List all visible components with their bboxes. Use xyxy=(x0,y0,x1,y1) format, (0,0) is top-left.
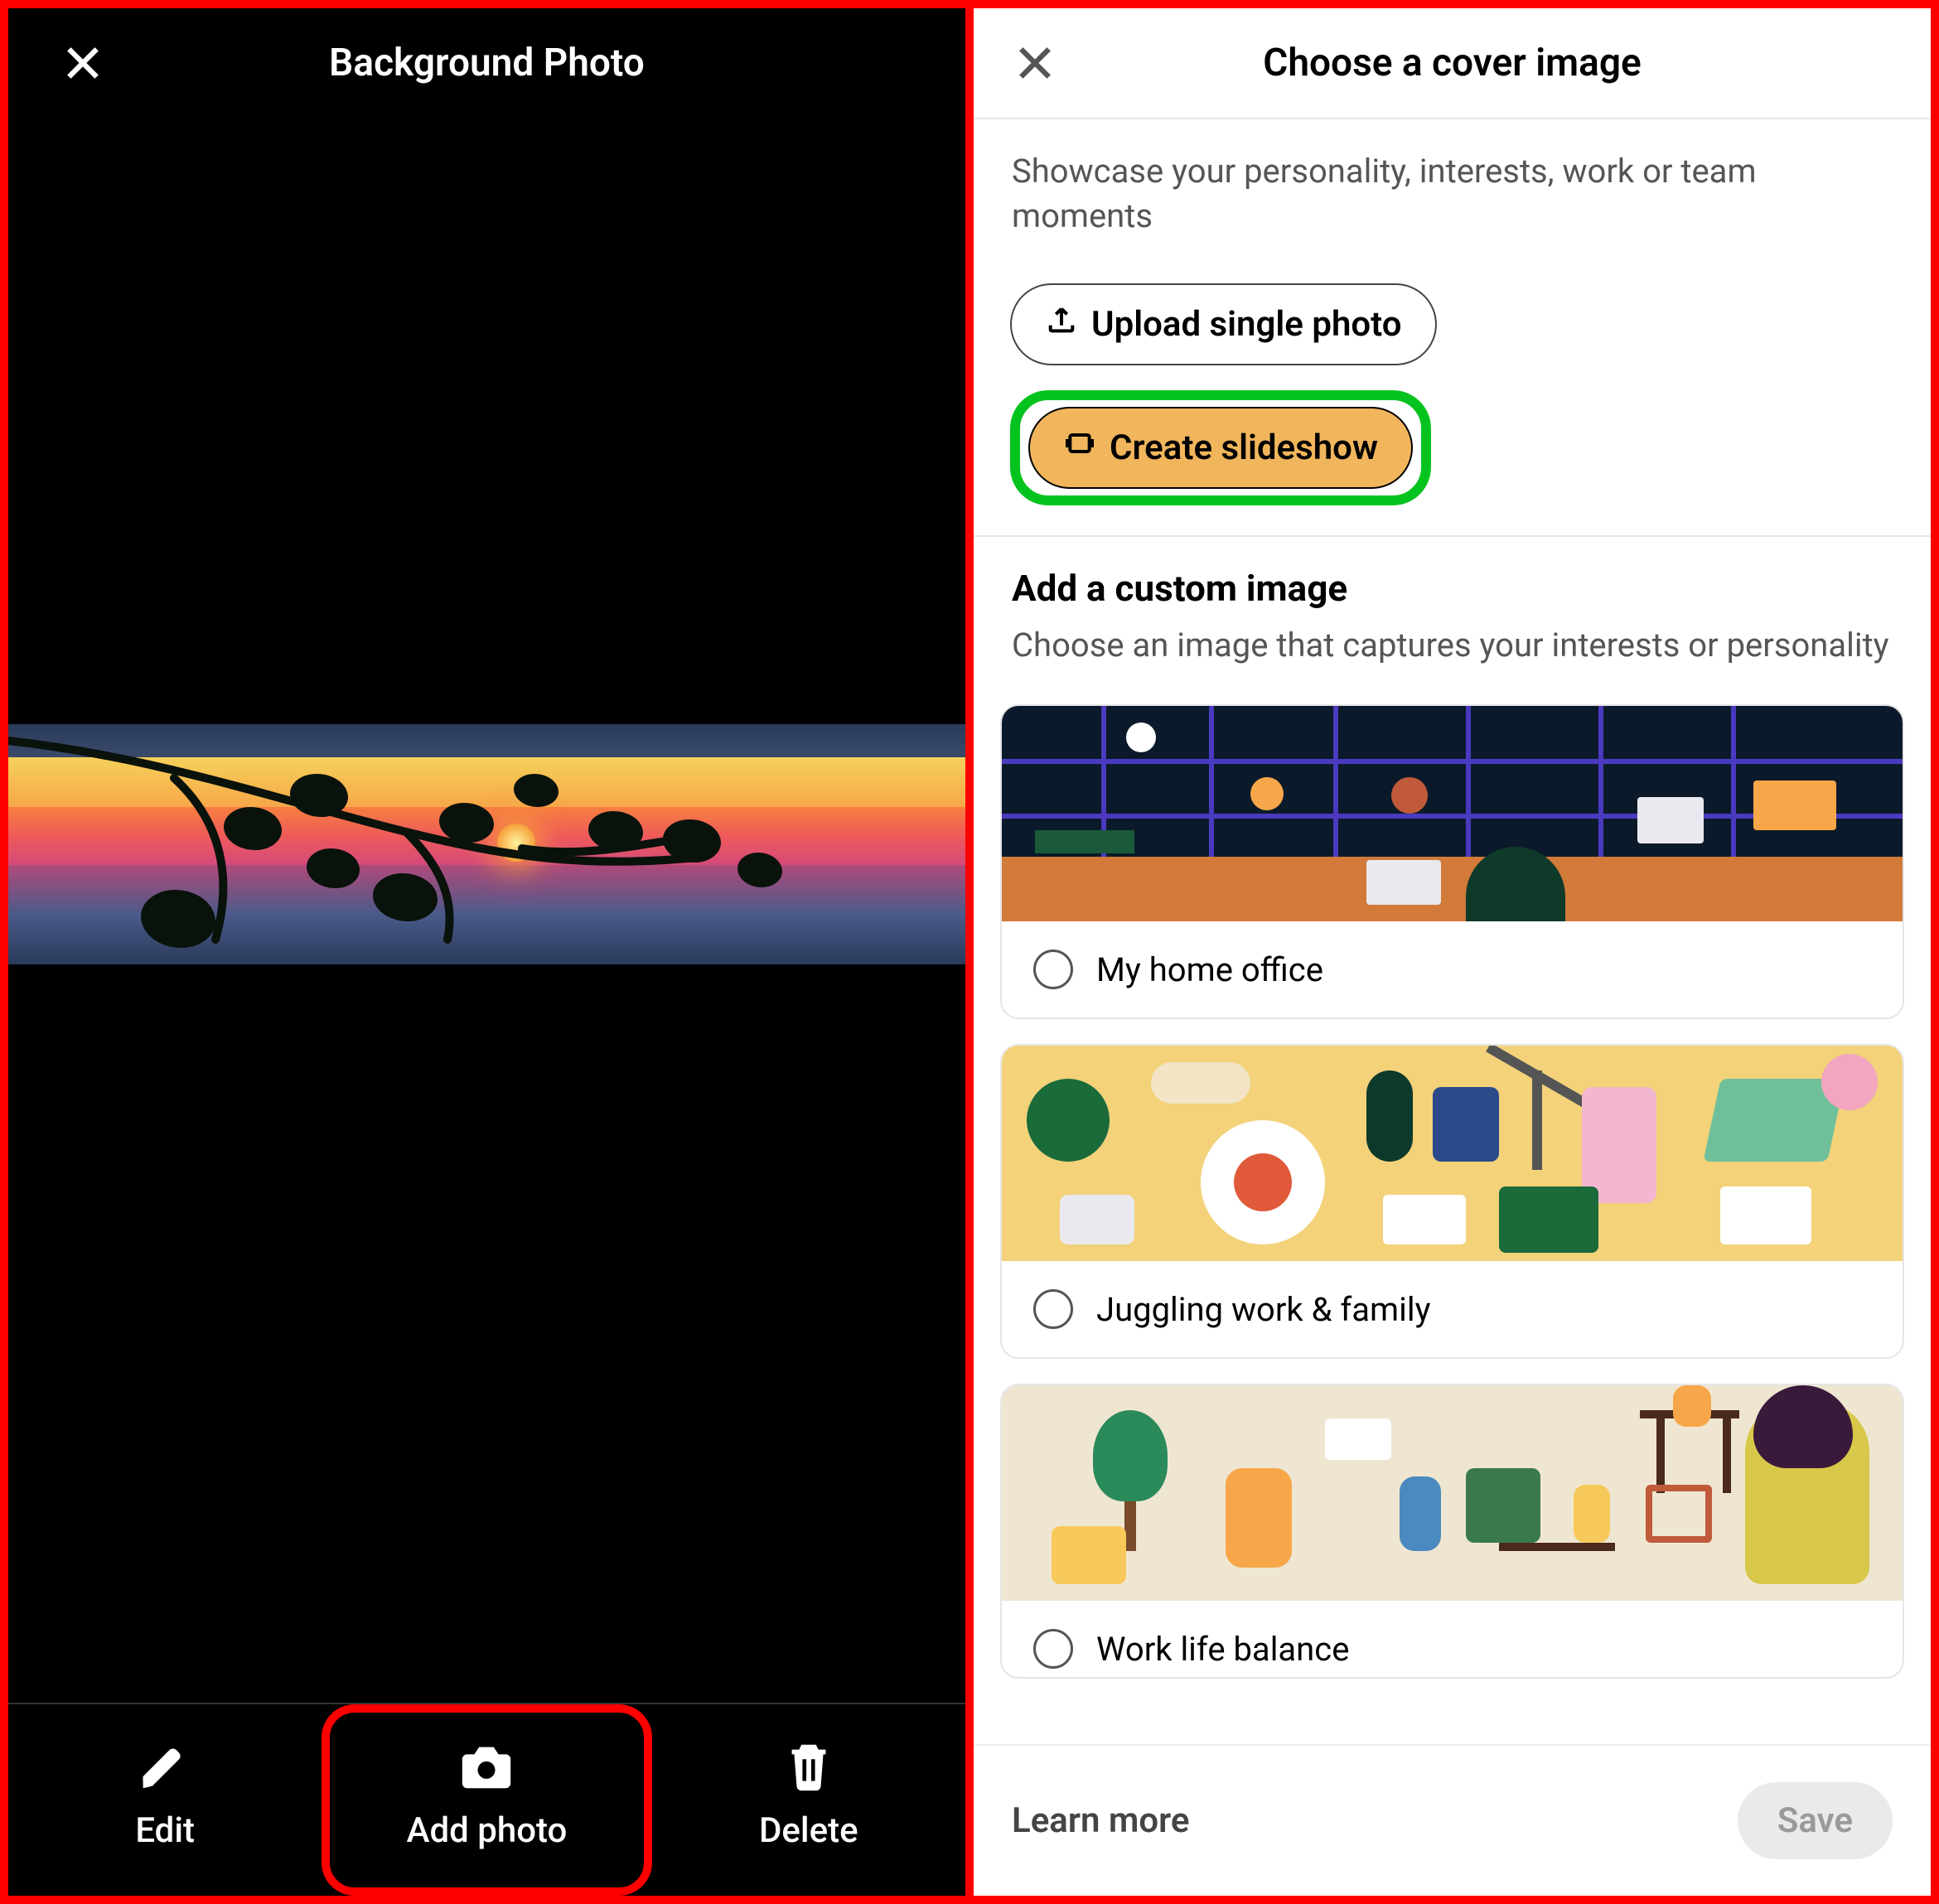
subtitle-section: Showcase your personality, interests, wo… xyxy=(974,119,1931,268)
left-action-bar: Edit Add photo Delete xyxy=(8,1703,965,1896)
upload-actions: Upload single photo Create slideshow xyxy=(974,268,1931,535)
choose-cover-panel: Choose a cover image Showcase your perso… xyxy=(970,8,1931,1896)
radio-icon[interactable] xyxy=(1033,950,1073,989)
highlight-annotation: Create slideshow xyxy=(1010,390,1431,505)
edit-label: Edit xyxy=(135,1810,195,1851)
custom-heading: Add a custom image xyxy=(1012,567,1893,610)
cover-thumbnail xyxy=(1002,1046,1903,1261)
cover-option-home-office[interactable]: My home office xyxy=(1000,704,1904,1019)
cover-thumbnail xyxy=(1002,706,1903,921)
slideshow-label: Create slideshow xyxy=(1110,428,1378,468)
subtitle-text: Showcase your personality, interests, wo… xyxy=(1012,149,1893,239)
custom-image-section: Add a custom image Choose an image that … xyxy=(974,537,1931,698)
upload-icon xyxy=(1045,303,1078,346)
edit-button[interactable]: Edit xyxy=(8,1704,322,1896)
trash-icon xyxy=(780,1737,838,1799)
upload-label: Upload single photo xyxy=(1091,304,1402,345)
delete-button[interactable]: Delete xyxy=(652,1704,965,1896)
left-header: Background Photo xyxy=(8,8,965,118)
slideshow-icon xyxy=(1063,427,1096,469)
radio-icon[interactable] xyxy=(1033,1289,1073,1329)
background-photo-preview[interactable] xyxy=(8,724,965,964)
option-label: My home office xyxy=(1096,950,1323,989)
add-photo-label: Add photo xyxy=(407,1810,568,1851)
left-title: Background Photo xyxy=(108,41,866,85)
background-photo-panel: Background Photo xyxy=(8,8,970,1896)
delete-label: Delete xyxy=(759,1810,858,1851)
close-icon[interactable] xyxy=(1010,38,1060,88)
pencil-icon xyxy=(136,1737,194,1799)
right-footer: Learn more Save xyxy=(974,1744,1931,1896)
custom-desc: Choose an image that captures your inter… xyxy=(1012,623,1893,668)
upload-single-photo-button[interactable]: Upload single photo xyxy=(1010,283,1437,365)
cover-option-row: My home office xyxy=(1002,921,1903,1017)
learn-more-link[interactable]: Learn more xyxy=(1012,1800,1189,1841)
option-label: Juggling work & family xyxy=(1096,1290,1431,1329)
cover-option-row: Work life balance xyxy=(1002,1601,1903,1677)
add-photo-button[interactable]: Add photo xyxy=(322,1704,651,1896)
cover-thumbnail xyxy=(1002,1385,1903,1601)
create-slideshow-button[interactable]: Create slideshow xyxy=(1028,407,1413,489)
photo-preview-area xyxy=(8,118,965,1703)
save-button[interactable]: Save xyxy=(1738,1782,1893,1859)
radio-icon[interactable] xyxy=(1033,1629,1073,1669)
close-icon[interactable] xyxy=(58,38,108,88)
right-title: Choose a cover image xyxy=(1060,41,1845,85)
cover-image-options: My home office xyxy=(974,698,1931,1685)
cover-option-work-life[interactable]: Work life balance xyxy=(1000,1384,1904,1679)
cover-option-juggling[interactable]: Juggling work & family xyxy=(1000,1044,1904,1359)
camera-icon xyxy=(457,1737,515,1799)
cover-option-row: Juggling work & family xyxy=(1002,1261,1903,1357)
option-label: Work life balance xyxy=(1096,1630,1349,1669)
right-header: Choose a cover image xyxy=(974,8,1931,118)
